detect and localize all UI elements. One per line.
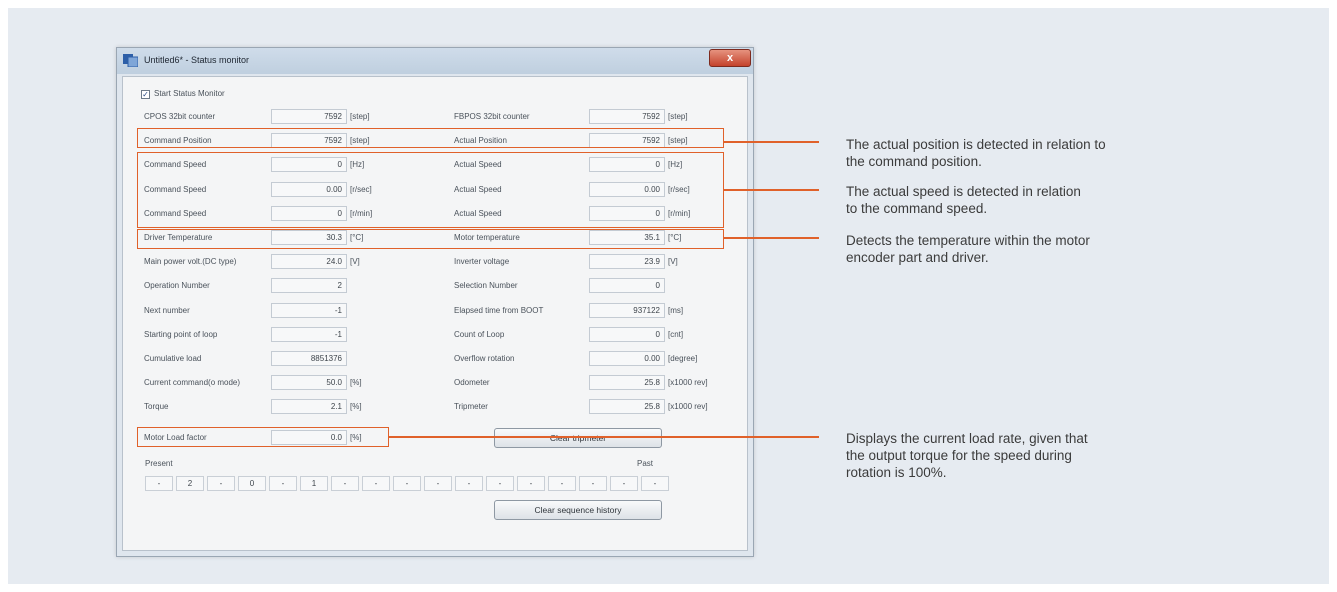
sequence-cell: - [579,476,607,491]
past-label: Past [637,459,654,468]
clear-sequence-button[interactable]: Clear sequence history [494,500,662,520]
sequence-cell: - [641,476,669,491]
title-bar[interactable]: Untitled6* - Status monitor x [117,48,753,74]
left-label: Starting point of loop [144,330,218,339]
left-label: Main power volt.(DC type) [144,257,237,266]
sequence-cell: 0 [238,476,266,491]
load-highlight [137,427,389,447]
right-value: 0 [589,327,665,342]
right-label: FBPOS 32bit counter [454,112,530,121]
right-value: 25.8 [589,399,665,414]
right-value: 0 [589,278,665,293]
right-label: Elapsed time from BOOT [454,306,544,315]
left-unit: [V] [350,257,360,266]
left-value: 2 [271,278,347,293]
sequence-cell: - [269,476,297,491]
speed-leader-line [724,189,819,191]
sequence-cell: - [393,476,421,491]
speed-highlight [137,152,724,228]
sequence-cell: 1 [300,476,328,491]
temperature-highlight [137,229,724,249]
present-label: Present [145,459,173,468]
left-label: Current command(o mode) [144,378,241,387]
start-monitor-label: Start Status Monitor [154,89,225,98]
sequence-cell: - [207,476,235,491]
left-unit: [step] [350,112,370,121]
left-label: Operation Number [144,281,210,290]
right-label: Tripmeter [454,402,488,411]
sequence-cell: - [486,476,514,491]
load-leader-line [389,436,819,438]
left-unit: [%] [350,378,362,387]
right-value: 25.8 [589,375,665,390]
right-label: Overflow rotation [454,354,515,363]
sequence-cell: - [548,476,576,491]
temperature-annotation: Detects the temperature within the motor… [846,233,1090,265]
right-unit: [ms] [668,306,684,315]
sequence-cell: - [610,476,638,491]
left-unit: [%] [350,402,362,411]
sequence-cell: - [455,476,483,491]
check-icon: ✓ [142,90,149,99]
right-value: 23.9 [589,254,665,269]
window-title: Untitled6* - Status monitor [144,55,250,65]
left-value: 24.0 [271,254,347,269]
sequence-cell: 2 [176,476,204,491]
app-icon [123,54,138,67]
left-value: -1 [271,327,347,342]
right-unit: [x1000 rev] [668,402,708,411]
left-value: 7592 [271,109,347,124]
right-label: Selection Number [454,281,518,290]
speed-annotation: The actual speed is detected in relation… [846,184,1081,216]
sequence-cell: - [145,476,173,491]
clear-tripmeter-button[interactable]: Clear tripmeter [494,428,662,448]
right-label: Inverter voltage [454,257,510,266]
right-value: 937122 [589,303,665,318]
left-label: Next number [144,306,190,315]
right-unit: [step] [668,112,688,121]
left-label: Torque [144,402,169,411]
position-annotation: The actual position is detected in relat… [846,137,1106,169]
right-value: 7592 [589,109,665,124]
sequence-cell: - [517,476,545,491]
right-unit: [V] [668,257,678,266]
position-highlight [137,128,724,148]
start-monitor-checkbox[interactable]: ✓ [141,90,150,99]
load-annotation: Displays the current load rate, given th… [846,431,1088,480]
sequence-cell: - [424,476,452,491]
left-value: 50.0 [271,375,347,390]
right-label: Count of Loop [454,330,505,339]
right-value: 0.00 [589,351,665,366]
left-label: CPOS 32bit counter [144,112,216,121]
temperature-leader-line [724,237,819,239]
left-value: 8851376 [271,351,347,366]
right-unit: [x1000 rev] [668,378,708,387]
sequence-cell: - [362,476,390,491]
close-button[interactable]: x [709,49,751,67]
left-value: 2.1 [271,399,347,414]
position-leader-line [724,141,819,143]
right-label: Odometer [454,378,490,387]
right-unit: [degree] [668,354,698,363]
sequence-cell: - [331,476,359,491]
left-value: -1 [271,303,347,318]
right-unit: [cnt] [668,330,684,339]
left-label: Cumulative load [144,354,202,363]
